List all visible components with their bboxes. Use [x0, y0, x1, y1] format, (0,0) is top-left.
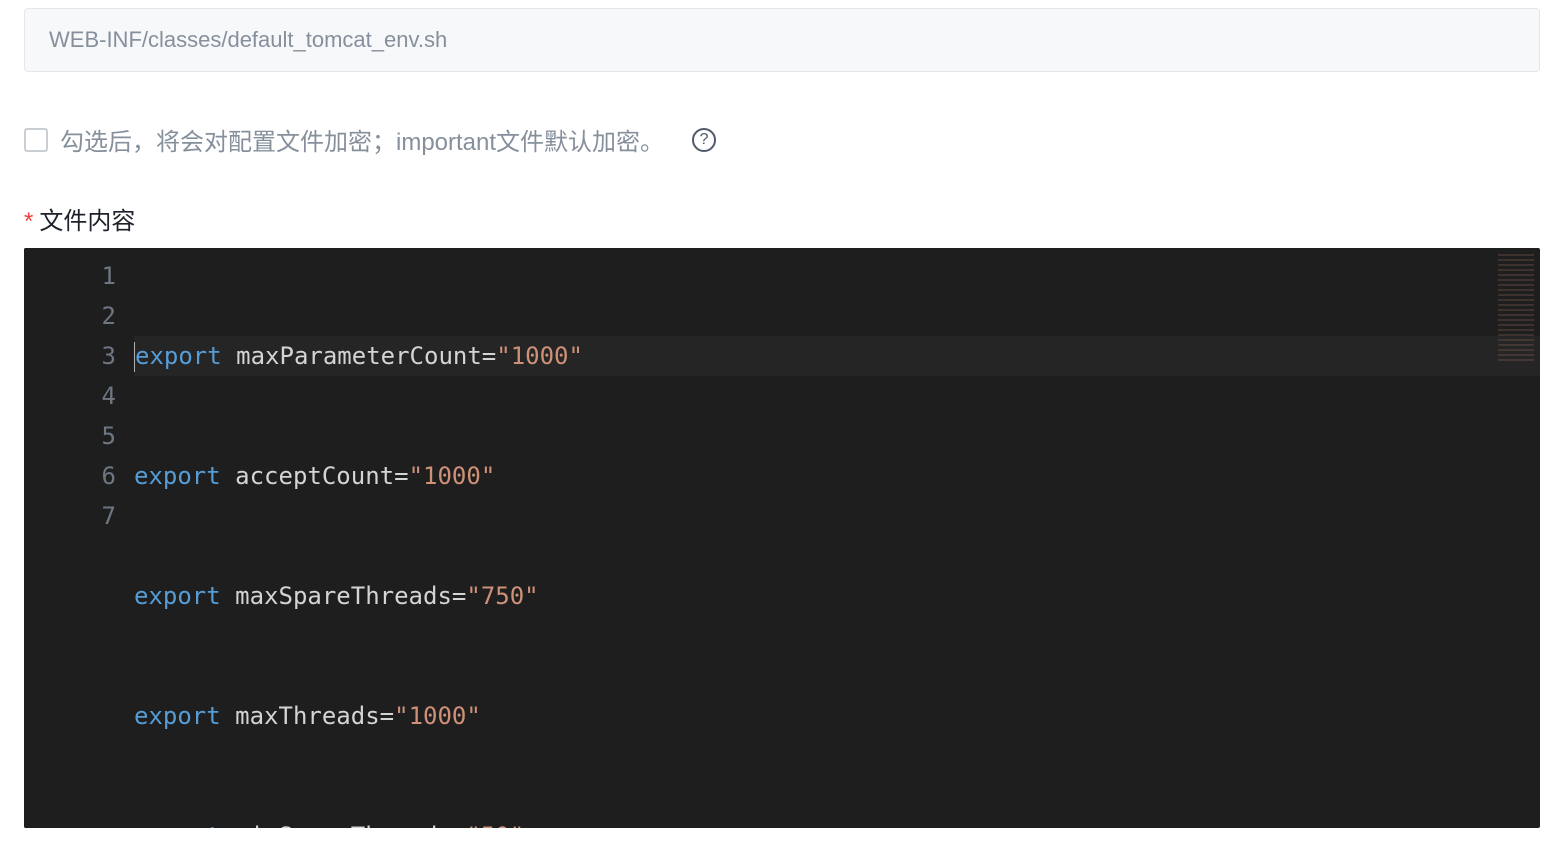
file-content-label: *文件内容: [24, 201, 1540, 236]
file-path-input[interactable]: [24, 8, 1540, 72]
code-text: acceptCount: [235, 462, 394, 490]
code-line: export acceptCount="1000": [134, 456, 1540, 496]
keyword: export: [134, 822, 221, 828]
code-line: export maxThreads="1000": [134, 696, 1540, 736]
code-text: =: [452, 582, 466, 610]
encrypt-checkbox-label: 勾选后，将会对配置文件加密；important文件默认加密。: [60, 122, 664, 157]
code-line: export maxParameterCount="1000": [134, 336, 1540, 376]
code-string-value: 1000: [511, 342, 569, 370]
code-text: maxParameterCount: [236, 342, 482, 370]
line-number: 6: [34, 456, 116, 496]
code-string: "1000": [496, 342, 583, 370]
code-editor[interactable]: 1 2 3 4 5 6 7 export maxParameterCount="…: [24, 248, 1540, 828]
code-string-value: 50: [481, 822, 510, 828]
line-number: 1: [34, 256, 116, 296]
line-number: 7: [34, 496, 116, 536]
help-icon[interactable]: ?: [692, 128, 716, 152]
keyword: export: [134, 582, 221, 610]
code-text: =: [452, 822, 466, 828]
line-number: 5: [34, 416, 116, 456]
keyword: export: [134, 702, 221, 730]
code-text: maxThreads: [235, 702, 380, 730]
code-string: "750": [466, 582, 538, 610]
code-string-value: 1000: [409, 702, 467, 730]
code-text: minSpareThreads: [235, 822, 452, 828]
file-content-label-text: 文件内容: [39, 208, 135, 235]
code-text: =: [394, 462, 408, 490]
required-asterisk: *: [24, 208, 33, 235]
editor-content[interactable]: export maxParameterCount="1000" export a…: [134, 248, 1540, 828]
keyword: export: [134, 462, 221, 490]
code-string: "50": [466, 822, 524, 828]
code-string-value: 1000: [423, 462, 481, 490]
code-text: maxSpareThreads: [235, 582, 452, 610]
code-string-value: 750: [481, 582, 524, 610]
editor-gutter: 1 2 3 4 5 6 7: [24, 248, 134, 828]
code-string: "1000": [409, 462, 496, 490]
encrypt-option-row: 勾选后，将会对配置文件加密；important文件默认加密。 ?: [24, 122, 1540, 157]
keyword: export: [135, 342, 222, 370]
line-number: 3: [34, 336, 116, 376]
line-number: 2: [34, 296, 116, 336]
code-text: =: [380, 702, 394, 730]
code-string: "1000": [394, 702, 481, 730]
encrypt-checkbox[interactable]: [24, 128, 48, 152]
code-line: export minSpareThreads="50": [134, 816, 1540, 828]
code-text: =: [482, 342, 496, 370]
line-number: 4: [34, 376, 116, 416]
code-line: export maxSpareThreads="750": [134, 576, 1540, 616]
